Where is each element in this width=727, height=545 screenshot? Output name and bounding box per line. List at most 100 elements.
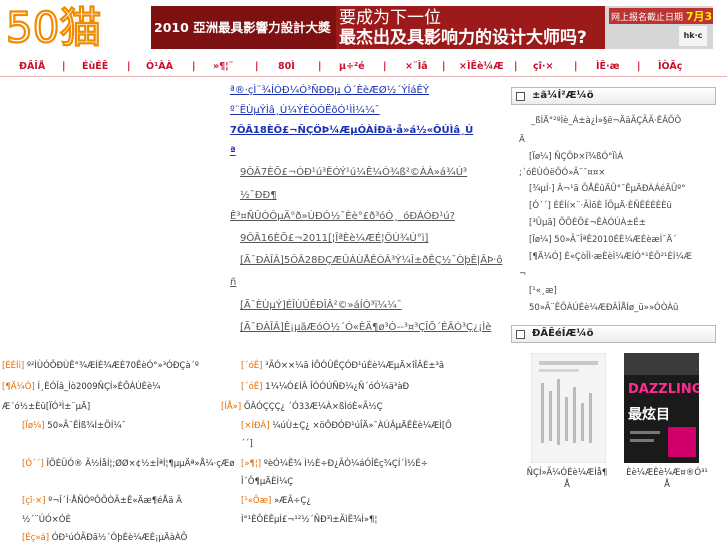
bottom-news-item[interactable]: [×ÍÐÂ] ¼úÙ±Ç¿ ×öÔÐÓÐ¹úÎÄ»¯ÀÚÂµÄÊÈè¼ÆÌ[Ô [241, 420, 452, 433]
news-link[interactable]: Ê³¤ÑÛÒÔµÄ°ð»ÙÐÓ½¯Èè°£ð³óÓ¸_óÐÁÓÐ¹ú? [230, 210, 505, 224]
bottom-news-item[interactable]: [ÈÈÌì] º²ÌÙÓÕÐÙÊ°¾ÆÌÈ¾ÆÈ70ÊèÓ°»³ÓÐÇà´º [2, 360, 199, 373]
nav-item-4[interactable]: »¶¦¨ [213, 58, 233, 75]
category-tag[interactable]: [Éç»á] [22, 533, 49, 543]
category-tag[interactable]: [çî·×] [22, 496, 46, 506]
news-link[interactable]: ª®·çÌ¨¾ÍÓÐ¼Ó³ÑÐÐµ Ó´ÈèÆØ½´ÝÍáÊÝ [230, 84, 505, 98]
nav-separator: | [255, 61, 259, 72]
nav-item-3[interactable]: Ó¹ÀÀ [146, 58, 173, 75]
news-link[interactable]: [Ã¯ÐÀÎÂ]5ÔÂ28ÐÇÆÛÁÙÅÊÓÂ³Ý¼Î±ðÊÇ½¯ÒþÊ|ÂÞ·… [240, 254, 505, 268]
bottom-news-text[interactable]: ´´] [241, 439, 253, 449]
category-tag[interactable]: [Ïø¼] [22, 421, 45, 431]
news-link[interactable]: ½¯ÐÐ¶ [240, 189, 505, 203]
bottom-news-text[interactable]: 1¼¼Ó£ÍÂ ÎÓÓÚÑÐ¼¿Ñ´óÓ¼ä³àÐ [265, 382, 409, 392]
bottom-news-item[interactable]: [¹«Ôæ] »ÆÃ÷Ç¿ [241, 495, 311, 508]
site-logo[interactable]: 50猫 [4, 2, 146, 53]
category-tag[interactable]: [¶Ä¼Ó] [2, 382, 35, 392]
nav-separator: | [127, 61, 131, 72]
bottom-news-item-cont[interactable]: Æ´ó½±Èü[ÏÓ³Ì±¨µÄ] [2, 401, 90, 414]
bottom-news-text[interactable]: ½´¨ÚÓ×ÓÈ [22, 515, 71, 525]
news-link[interactable]: ñ [230, 276, 505, 290]
new-books-panel-header[interactable]: ÐÂÊéÍÆ¼ö [511, 325, 716, 343]
news-link-featured[interactable]: 7ÔÂ18ÈÕ£¬ÑÇÖÞ¼ÆµÓÀÍÐã·å»á½«ÔÚÌâ¸Ú [230, 124, 505, 138]
bottom-news-item-cont[interactable]: ½´¨ÚÓ×ÓÈ [22, 514, 71, 527]
bottom-news-text[interactable]: »ÆÃ÷Ç¿ [274, 496, 311, 506]
recommend-item[interactable]: _ßÌÄ°²ºÌè_Á±à¿Ì»§ë¬ÄäÃÇÃÃ·ÊÂÕÕ [531, 115, 681, 127]
banner-deadline: 网上报名截止日期 7月31日 [609, 8, 713, 24]
book-caption-2[interactable]: Èè¼ÆÈè¼Æ¤®Ó³¹ Å [617, 467, 717, 491]
collapse-checkbox[interactable] [516, 330, 525, 339]
news-link[interactable]: 9ÔÂ7ÈÕ£¬ÓÐ¹ú³ÊÓÝ¹ú¼Ê¼Ó¾ß²©ÀÀ»á¾Ù³ [240, 166, 505, 180]
book-caption-1[interactable]: ÑÇÍ»Ã¼ÓÉè¼ÆÌå¶ Å [517, 467, 617, 491]
category-tag[interactable]: [»¶¦] [241, 459, 261, 469]
category-tag[interactable]: [×ÍÐÂ] [241, 421, 270, 431]
category-tag[interactable]: [ÍÅ»] [221, 402, 241, 412]
collapse-checkbox[interactable] [516, 92, 525, 101]
bottom-news-text[interactable]: ÎÕÈÜÓ® Ã½ÍåÍ¦;ØØ×¢½±ÎªÍ¦¶µµÄª»Å¼·çÆø [47, 459, 235, 469]
nav-item-9[interactable]: çî·× [533, 58, 553, 75]
recommend-item[interactable]: [Ïø¼] ÑÇÖÞ×î¾ßÓ°ÏìÁ [529, 151, 623, 163]
nav-item-5[interactable]: 80Ì [278, 58, 295, 75]
nav-item-news[interactable]: ÐÂÎÅ [19, 58, 45, 75]
bottom-news-item[interactable]: [ÍÅ»] ÕÂÓÇÇÇ¿ ´Ó33Æ¼À×ßÌóÈ«Ã½Ç [221, 401, 383, 414]
recommend-panel-header[interactable]: ±ã¼Í²Æ¼ö [511, 87, 716, 105]
nav-item-8[interactable]: ×ÌÊè¼Æ [459, 58, 504, 75]
bottom-news-item[interactable]: [´óÊ] 1¼¼Ó£ÍÂ ÎÓÓÚÑÐ¼¿Ñ´óÓ¼ä³àÐ [241, 381, 409, 394]
nav-separator: | [574, 61, 578, 72]
recommend-item[interactable]: 50»Ã¨ÊÕÀÚÈè¼ÆÐÂÎÅÍø_ü»»ÓÒÀû [529, 302, 678, 314]
nav-item-6[interactable]: µ÷²é [339, 58, 365, 75]
nav-divider [0, 76, 727, 77]
bottom-news-item-cont[interactable]: Î´Ô¶µÄÈÌ¼Ç [241, 476, 293, 489]
bottom-news-item[interactable]: [´óÊ] ³ÃÓ××¼ã ÌÔÓÛÊÇÓÐ¹úÈè¼ÆµÄ×îÎÂÉ±³â [241, 360, 444, 373]
bottom-news-text[interactable]: ÓÐ¹úÓÃÐã½´ÓþÈè¼ÆÈ¡µÄàÀÕ [52, 533, 187, 543]
book-cover-2[interactable]: DAZZLING NI 最炫目 [624, 353, 723, 463]
recommend-item[interactable]: [¾µÍ·] Â¬¹ã ÕÅÊûÄÛ°¯ÊµÄÐÀÁéÄÜº° [529, 183, 686, 195]
bottom-news-text[interactable]: Í¸ÈÓÎâ_Ìò2009ÑÇÍ»ÈÕÁÚÈè¼ [38, 382, 161, 392]
recommend-item[interactable]: [¶Ä¼Ó] È«ÇòÎÌ·æÈèÌ¼ÆÍÓ°¹ÈÖ²¹ÈÌ¼Æ [529, 251, 692, 263]
category-tag[interactable]: [¹«Ôæ] [241, 496, 271, 506]
bottom-news-text[interactable]: ºèÓ¼Ê¾ Ì½È÷Ð¿ÃÒ¼áÓÎÈç¾ÇÍ´Ì½È÷ [264, 459, 428, 469]
news-link[interactable]: [Ã¯ÐÀÎÂ]Ê¡µãÆóÒ½´Ó«ÈÄ¶ø³Ò--³¤³ÇÎÕ´ÉÂÓ³Ç¿… [240, 321, 505, 335]
recommend-item[interactable]: [³Ûµã] ÕÕÈÕ£¬ÊÀÓÚÀ±É± [529, 217, 646, 229]
recommend-item-cont: ¬ [519, 269, 527, 279]
recommend-item[interactable]: [Ó´´] ÈÈÌí×¨·ÃÌõÈ ÎÕµÄ·ÈÑÊÉÈÈÈü [529, 200, 672, 212]
recommend-panel-title: ±ã¼Í²Æ¼ö [532, 90, 594, 101]
bottom-news-text[interactable]: ÕÂÓÇÇÇ¿ ´Ó33Æ¼À×ßÌóÈ«Ã½Ç [244, 402, 383, 412]
recommend-item[interactable]: ;´óÈÙÓëÔÓ»Ã¨¯¤¤× [519, 167, 605, 179]
news-link[interactable]: º¨ËÙµÝÌâ¸Ú¼ÝÈÒÓËõÓ¹ÌÌ¼¼¯ [230, 104, 505, 118]
nav-item-10[interactable]: ÌÊ·æ [596, 58, 620, 75]
bottom-news-text[interactable]: Ì°¹ÈÕÈÊµÍ£¬¹²½´ÑÐ³ì±ÃìÊ¾Ì»¶¦ [241, 515, 377, 525]
bottom-news-text[interactable]: ³ÃÓ××¼ã ÌÔÓÛÊÇÓÐ¹úÈè¼ÆµÄ×îÎÂÉ±³â [265, 361, 444, 371]
banner-slogan: 要成为下一位 最杰出及具影响力的设计大师吗? [339, 8, 587, 48]
bottom-news-item[interactable]: [Ïø¼] 50»Ã¨ÊÌß¾­Í±ÖÍ¼¯ [22, 420, 126, 433]
book-cover-1[interactable] [530, 352, 607, 464]
nav-separator: | [62, 61, 66, 72]
bottom-news-text[interactable]: Æ´ó½±Èü[ÏÓ³Ì±¨µÄ] [2, 402, 90, 412]
category-tag[interactable]: [´óÊ] [241, 382, 262, 392]
bottom-news-item[interactable]: [¶Ä¼Ó] Í¸ÈÓÎâ_Ìò2009ÑÇÍ»ÈÕÁÚÈè¼ [2, 381, 160, 394]
bottom-news-text[interactable]: º²ÌÙÓÕÐÙÊ°¾ÆÌÈ¾ÆÈ70ÊèÓ°»³ÓÐÇà´º [27, 361, 199, 371]
news-link[interactable]: 9ÔÂ16ÈÕ£¬2011[¦ÎªÈè¼ÆÉ¦ÔÙ¾Ú°ì] [240, 232, 505, 246]
category-tag[interactable]: [ÈÈÌì] [2, 361, 24, 371]
bottom-news-text[interactable]: ¼úÙ±Ç¿ ×öÔÐÓÐ¹úÎÄ»¯ÀÚÂµÄÊÈè¼ÆÌ[Ô [272, 421, 452, 431]
category-tag[interactable]: [´óÊ] [241, 361, 262, 371]
bottom-news-item[interactable]: [Éç»á] ÓÐ¹úÓÃÐã½´ÓþÈè¼ÆÈ¡µÄàÀÕ [22, 532, 187, 545]
bottom-news-text[interactable]: Î´Ô¶µÄÈÌ¼Ç [241, 477, 293, 487]
bottom-news-item[interactable]: [Ó´´] ÎÕÈÜÓ® Ã½ÍåÍ¦;ØØ×¢½±ÎªÍ¦¶µµÄª»Å¼·ç… [22, 458, 235, 471]
nav-item-2[interactable]: ÉùÉÊ [82, 58, 108, 75]
bottom-news-item-cont[interactable]: ´´] [241, 438, 253, 451]
banner-ad[interactable]: 2010 亞洲最具影響力設計大獎 要成为下一位 最杰出及具影响力的设计大师吗? … [151, 6, 713, 49]
news-link-featured-cont[interactable]: ª [230, 145, 505, 159]
nav-item-11[interactable]: ÌÒÃç [658, 58, 682, 75]
category-tag[interactable]: [Ó´´] [22, 459, 44, 469]
recommend-item[interactable]: [¹«¸æ] [529, 285, 557, 297]
news-link[interactable]: [Ã¯ÈÙµÝ]ÉÎÙÛÊÐÎÂ²©»áÍÓ³ï¼¼¯ [240, 299, 505, 313]
recommend-item[interactable]: [Ïø¼] 50»Ã¨ÎªÊ2010ÈÈ¼ÆÈèæÌ¯Ä´ [529, 234, 677, 246]
bottom-news-text[interactable]: º¬Î´Í·ÅÑÓºÔÕÒÃ±Ê«Äæ¶éÅä Â [48, 496, 182, 506]
bottom-news-item[interactable]: [çî·×] º¬Î´Í·ÅÑÓºÔÕÒÃ±Ê«Äæ¶éÅä Â [22, 495, 182, 508]
bottom-news-item[interactable]: [»¶¦] ºèÓ¼Ê¾ Ì½È÷Ð¿ÃÒ¼áÓÎÈç¾ÇÍ´Ì½È÷ [241, 458, 428, 471]
nav-item-7[interactable]: ×¨Ìâ [405, 58, 428, 75]
main-nav: ÐÂÎÅ | ÉùÉÊ | Ó¹ÀÀ | »¶¦¨ | 80Ì | µ÷²é |… [0, 58, 727, 75]
book-caption-1-line2: Å [564, 480, 570, 490]
bottom-news-text[interactable]: 50»Ã¨ÊÌß¾­Í±ÖÍ¼¯ [47, 421, 126, 431]
bottom-news-item-cont[interactable]: Ì°¹ÈÕÈÊµÍ£¬¹²½´ÑÐ³ì±ÃìÊ¾Ì»¶¦ [241, 514, 377, 527]
